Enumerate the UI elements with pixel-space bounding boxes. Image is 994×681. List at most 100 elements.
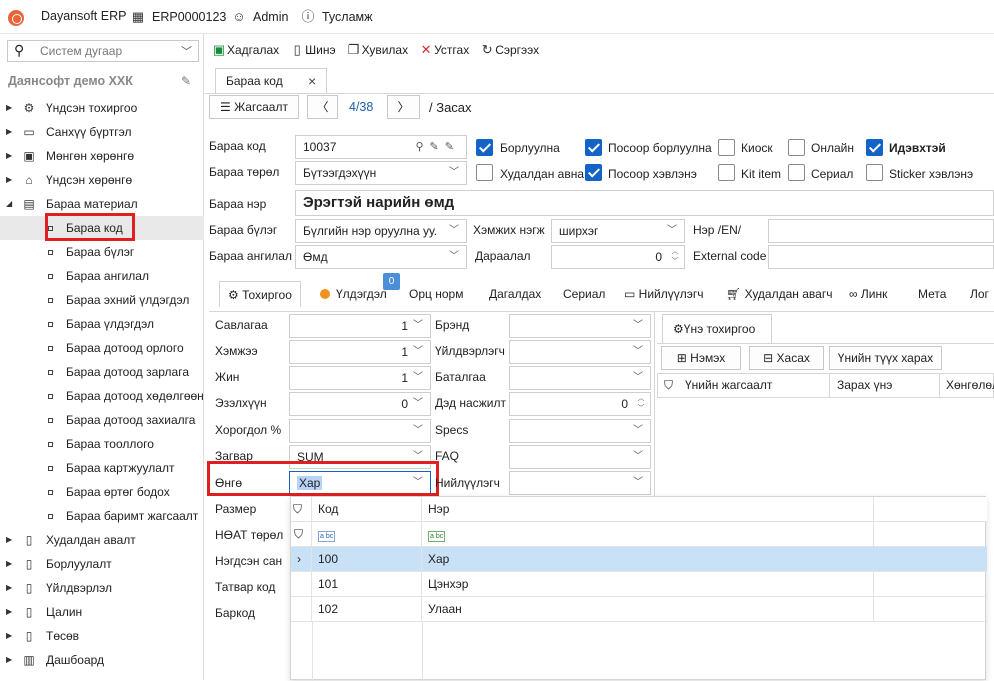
menu-item-internal-expense[interactable]: Бараа дотоод зарлага [0,360,204,384]
discount-select[interactable]: ﹀ [289,419,431,443]
tab-settings[interactable]: ⚙ Тохиргоо [219,281,301,307]
tab-link[interactable]: ∞ Линк [849,281,887,307]
menu-item-item-category[interactable]: Бараа ангилал [0,264,204,288]
tab-ingredient[interactable]: Орц норм [409,281,463,307]
field-actions-icon[interactable]: ⚲✎✎ [416,136,461,158]
menu-item-budget[interactable]: ▶ ▯ Төсөв [0,624,204,648]
tab-price-settings[interactable]: ⚙Үнэ тохиргоо [662,314,772,344]
remove-price-button[interactable]: ⊟ Хасах [749,346,824,370]
checkbox-pos-sell[interactable] [585,139,602,156]
expand-icon[interactable]: ▶ [6,624,12,648]
capacity-field[interactable]: 0 ﹀ [289,392,431,416]
menu-item-production[interactable]: ▶ ▯ Үйлдвэрлэл [0,576,204,600]
measure-field[interactable]: 1 ﹀ [289,340,431,364]
menu-item-sales[interactable]: ▶ ▯ Борлуулалт [0,552,204,576]
checkbox-serial[interactable] [788,164,805,181]
tab-serial[interactable]: Сериал [563,281,605,307]
name-filter-cell[interactable]: a bc [422,522,874,547]
delete-button[interactable]: ✕ Устгах [418,42,470,58]
refresh-button[interactable]: ↻ Сэргээх [479,42,539,58]
menu-item-dashboard[interactable]: ▶ ▥ Дашбоард [0,648,204,672]
col-code[interactable]: Код [312,497,422,522]
expand-icon[interactable]: ▶ [6,96,12,120]
expand-icon[interactable]: ▶ [6,648,12,672]
menu-item-stocktake[interactable]: Бараа тооллого [0,432,204,456]
menu-item-opening-balance[interactable]: Бараа эхний үлдэгдэл [0,288,204,312]
new-button[interactable]: ▯ Шинэ [289,42,336,58]
expand-icon[interactable]: ▶ [6,120,12,144]
type-select[interactable]: Бүтээгдэхүүн ﹀ [295,161,467,185]
filter-icon[interactable]: ⛉ [291,522,312,547]
price-history-button[interactable]: Үнийн түүх харах [829,346,942,370]
faq-select[interactable]: ﹀ [509,445,651,469]
name-field[interactable]: Эрэгтэй нарийн өмд [295,190,994,216]
weight-field[interactable]: 1 ﹀ [289,366,431,390]
unit-select[interactable]: ширхэг ﹀ [551,219,685,243]
specs-select[interactable]: ﹀ [509,419,651,443]
brand-select[interactable]: ﹀ [509,314,651,338]
maker-select[interactable]: ﹀ [509,340,651,364]
menu-item-cost-calc[interactable]: Бараа өртөг бодох [0,480,204,504]
name-en-field[interactable] [768,219,994,243]
menu-item-internal-income[interactable]: Бараа дотоод орлого [0,336,204,360]
save-button[interactable]: ▣ Хадгалах [211,42,279,58]
external-code-field[interactable] [768,245,994,269]
tab-balance[interactable]: Үлдэгдэл [320,281,387,307]
checkbox-sell[interactable] [476,139,493,156]
tab-supplier[interactable]: ▭ Нийлүүлэгч [624,281,704,307]
menu-item-salary[interactable]: ▶ ▯ Цалин [0,600,204,624]
menu-item-finance[interactable]: ▶ ▭ Санхүү бүртгэл [0,120,204,144]
filter-icon[interactable]: ⛉ [291,497,312,522]
table-row[interactable]: 101 Цэнхэр [291,572,987,597]
expand-icon[interactable]: ▶ [6,168,12,192]
checkbox-online[interactable] [788,139,805,156]
collapse-icon[interactable]: ◢ [6,192,12,216]
expand-icon[interactable]: ▶ [6,144,12,168]
menu-item-purchase[interactable]: ▶ ▯ Худалдан авалт [0,528,204,552]
price-col-sale[interactable]: Зарах үнэ [837,374,892,397]
add-price-button[interactable]: ⊞ Нэмэх [661,346,741,370]
spinner-icon[interactable]: ︿ ﹀ [670,247,680,267]
menu-item-internal-transfer[interactable]: Бараа дотоод хөдөлгөөн [0,384,204,408]
checkbox-active[interactable] [866,139,883,156]
volume-field[interactable]: 1 ﹀ [289,314,431,338]
copy-button[interactable]: ❐ Хувилах [346,42,408,58]
supplier-select[interactable]: ﹀ [509,471,651,495]
checkbox-kiosk[interactable] [718,139,735,156]
expand-icon[interactable]: ▶ [6,528,12,552]
price-col-discount[interactable]: Хөнгөлөл [946,374,994,397]
menu-item-doc-list[interactable]: Бараа баримт жагсаалт [0,504,204,528]
menu-item-cash[interactable]: ▶ ▣ Мөнгөн хөрөнгө [0,144,204,168]
next-button[interactable]: 〉 [387,95,420,119]
tab-buyer[interactable]: 🛒︎ Худалдан авагч [726,281,832,307]
col-name[interactable]: Нэр [422,497,874,522]
checkbox-pos-print[interactable] [585,164,602,181]
close-icon[interactable]: × [308,69,316,93]
table-row[interactable]: 102 Улаан [291,597,987,622]
expand-icon[interactable]: ▶ [6,576,12,600]
checkbox-purchase[interactable] [476,164,493,181]
system-search-input[interactable]: ⚲ Систем дугаар ﹀ [7,40,199,62]
menu-item-stock-card[interactable]: Бараа картжуулалт [0,456,204,480]
checkbox-kit-item[interactable] [718,164,735,181]
tab-log[interactable]: Лог [970,281,989,307]
next-field[interactable]: 0 ︿ ﹀ [509,392,651,416]
list-button[interactable]: ☰ Жагсаалт [209,95,299,119]
chevron-down-icon[interactable]: ﹀ [181,43,192,59]
warranty-select[interactable]: ﹀ [509,366,651,390]
company-code[interactable]: ▦ ERP0000123 [130,9,227,25]
menu-item-internal-order[interactable]: Бараа дотоод захиалга [0,408,204,432]
code-filter-cell[interactable]: a bc [312,522,422,547]
expand-icon[interactable]: ▶ [6,552,12,576]
tab-attached[interactable]: Дагалдах [489,281,541,307]
order-field[interactable]: 0 ︿ ﹀ [551,245,685,269]
table-row[interactable]: › 100 Хар [291,547,987,572]
menu-item-balance[interactable]: Бараа үлдэгдэл [0,312,204,336]
category-select[interactable]: Өмд ﹀ [295,245,467,269]
menu-item-item-group[interactable]: Бараа бүлэг [0,240,204,264]
filter-icon[interactable]: ⛉ [664,374,673,397]
expand-icon[interactable]: ▶ [6,600,12,624]
checkbox-sticker[interactable] [866,164,883,181]
spinner-icon[interactable]: ︿ ﹀ [636,394,646,414]
prev-button[interactable]: 〈 [307,95,338,119]
